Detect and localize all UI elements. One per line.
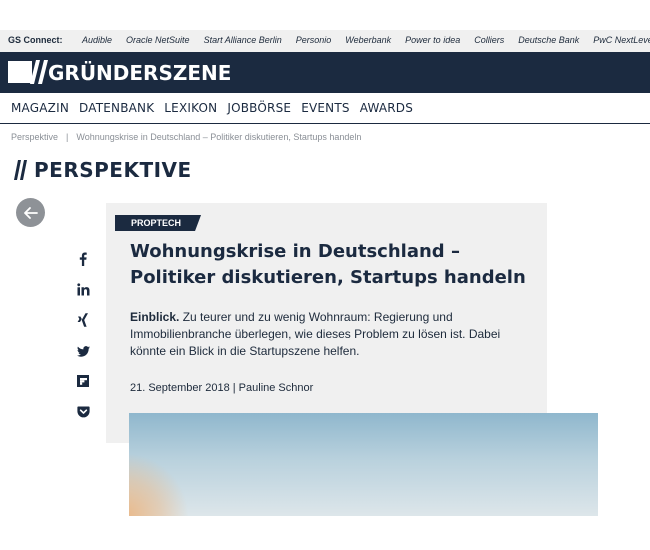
nav-item-datenbank[interactable]: DATENBANK bbox=[79, 101, 154, 115]
twitter-icon[interactable] bbox=[72, 342, 94, 360]
nav-item-awards[interactable]: AWARDS bbox=[360, 101, 413, 115]
section-slashes-icon bbox=[14, 160, 27, 180]
headline-line-1: Wohnungskrise in Deutschland – bbox=[130, 241, 460, 262]
intro-text: Zu teurer und zu wenig Wohnraum: Regieru… bbox=[130, 310, 501, 358]
article-date: 21. September 2018 bbox=[130, 382, 230, 394]
section-title[interactable]: PERSPEKTIVE bbox=[34, 158, 192, 182]
intro-lead: Einblick. bbox=[130, 310, 180, 324]
gs-link-colliers[interactable]: Colliers bbox=[474, 35, 504, 45]
arrow-left-icon bbox=[23, 206, 38, 219]
breadcrumb-section-link[interactable]: Perspektive bbox=[11, 132, 58, 142]
gs-link-oracle-netsuite[interactable]: Oracle NetSuite bbox=[126, 35, 190, 45]
breadcrumb-separator: | bbox=[66, 132, 69, 142]
logo-mark[interactable] bbox=[8, 61, 32, 83]
bottom-whitespace bbox=[0, 516, 650, 550]
gs-link-start-alliance-berlin[interactable]: Start Alliance Berlin bbox=[204, 35, 282, 45]
gs-link-deutsche-bank[interactable]: Deutsche Bank bbox=[518, 35, 579, 45]
gs-connect-links: Audible Oracle NetSuite Start Alliance B… bbox=[82, 35, 650, 45]
gs-link-personio[interactable]: Personio bbox=[296, 35, 332, 45]
article-teaser-card[interactable]: PROPTECH Wohnungskrise in Deutschland – … bbox=[106, 203, 547, 443]
facebook-icon[interactable] bbox=[72, 250, 94, 268]
nav-item-jobboerse[interactable]: JOBBÖRSE bbox=[227, 101, 291, 115]
linkedin-icon[interactable] bbox=[72, 280, 94, 298]
article-headline[interactable]: Wohnungskrise in Deutschland – Politiker… bbox=[130, 239, 540, 291]
category-tag[interactable]: PROPTECH bbox=[115, 215, 201, 231]
article-author[interactable]: Pauline Schnor bbox=[239, 382, 314, 394]
nav-item-events[interactable]: EVENTS bbox=[301, 101, 350, 115]
gs-connect-bar: GS Connect: Audible Oracle NetSuite Star… bbox=[0, 30, 650, 52]
article-hero-image bbox=[129, 413, 598, 516]
xing-icon[interactable] bbox=[72, 311, 94, 329]
section-heading: PERSPEKTIVE bbox=[14, 158, 192, 182]
byline-separator: | bbox=[229, 382, 239, 394]
article-byline: 21. September 2018 | Pauline Schnor bbox=[130, 382, 313, 394]
top-whitespace bbox=[0, 0, 650, 30]
main-nav: MAGAZIN DATENBANK LEXIKON JOBBÖRSE EVENT… bbox=[0, 93, 650, 124]
pocket-icon[interactable] bbox=[72, 403, 94, 421]
breadcrumb: Perspektive | Wohnungskrise in Deutschland… bbox=[11, 132, 361, 142]
logo-wordmark[interactable]: GRÜNDERSZENE bbox=[48, 61, 231, 85]
logo-bar: GRÜNDERSZENE bbox=[0, 52, 650, 93]
article-intro: Einblick. Zu teurer und zu wenig Wohnrau… bbox=[130, 309, 520, 360]
nav-item-magazin[interactable]: MAGAZIN bbox=[11, 101, 69, 115]
flipboard-icon[interactable] bbox=[72, 372, 94, 390]
gs-link-pwc-nextlevel[interactable]: PwC NextLevel bbox=[593, 35, 650, 45]
hero-sun-glow bbox=[129, 453, 189, 516]
gs-link-audible[interactable]: Audible bbox=[82, 35, 112, 45]
gs-link-power-to-idea[interactable]: Power to idea bbox=[405, 35, 460, 45]
headline-line-2: Politiker diskutieren, Startups handeln bbox=[130, 267, 526, 288]
gs-link-weberbank[interactable]: Weberbank bbox=[345, 35, 391, 45]
nav-item-lexikon[interactable]: LEXIKON bbox=[164, 101, 217, 115]
breadcrumb-current: Wohnungskrise in Deutschland – Politiker… bbox=[76, 132, 362, 142]
gs-connect-label: GS Connect: bbox=[8, 35, 63, 45]
back-button[interactable] bbox=[16, 198, 45, 227]
logo-slashes-icon bbox=[30, 60, 48, 84]
